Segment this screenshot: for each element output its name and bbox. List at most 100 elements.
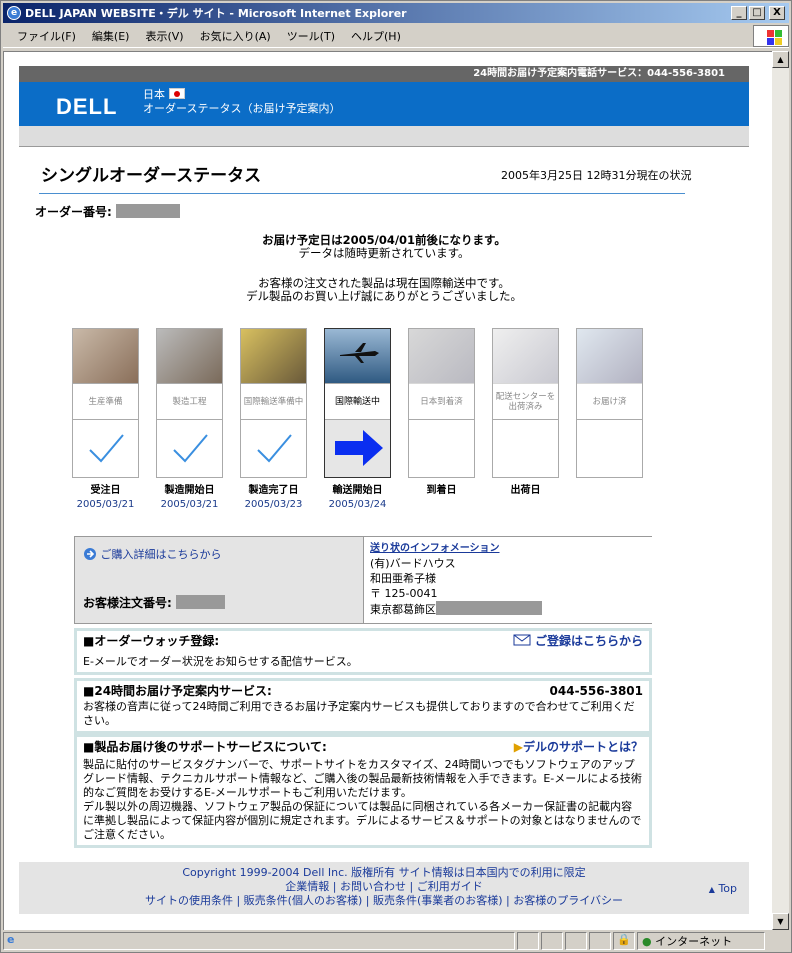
- status-text: e: [3, 932, 515, 950]
- menu-tools[interactable]: ツール(T): [279, 28, 343, 44]
- stage-status-empty: [409, 420, 474, 477]
- purchase-detail-link[interactable]: ご購入詳細はこちらから: [83, 546, 222, 562]
- page-title: シングルオーダーステータス: [41, 166, 262, 186]
- footer-link-guide[interactable]: ご利用ガイド: [417, 880, 483, 893]
- stage-intl-transit: 国際輸送中: [324, 328, 391, 478]
- stage-manufacturing: 製造工程: [156, 328, 223, 478]
- order-watch-link[interactable]: ご登録はこちらから: [513, 634, 643, 648]
- header-subtitle: オーダーステータス（お届け予定案内）: [143, 102, 341, 115]
- redacted-order-number: [116, 204, 180, 218]
- hotline-panel: ■24時間お届け予定案内サービス: 044-556-3801 お客様の音声に従っ…: [74, 678, 652, 734]
- order-watch-link-text[interactable]: ご登録はこちらから: [535, 634, 643, 648]
- status-cell: [565, 932, 587, 950]
- footer-link-terms[interactable]: サイトの使用条件: [145, 894, 233, 907]
- globe-icon: ●: [642, 935, 652, 948]
- dell-logo[interactable]: DELL: [56, 94, 117, 120]
- check-icon: [157, 420, 222, 477]
- header-strip: [19, 126, 749, 146]
- stage-date: 2005/03/21: [76, 499, 135, 510]
- footer-link-contact[interactable]: お問い合わせ: [340, 880, 406, 893]
- check-icon: [241, 420, 306, 477]
- title-bar: e DELL JAPAN WEBSITE・デル サイト - Microsoft …: [3, 3, 789, 23]
- footer-link-company[interactable]: 企業情報: [285, 880, 329, 893]
- page-icon: e: [7, 933, 15, 946]
- menu-view[interactable]: 表示(V): [137, 28, 191, 44]
- zone-label: インターネット: [655, 935, 733, 948]
- stage-photo: [241, 329, 306, 384]
- hotline-phone: 044-556-3801: [549, 684, 643, 698]
- stage-production-prep: 生産準備: [72, 328, 139, 478]
- arrow-circle-icon: [84, 548, 96, 560]
- hotline-title: ■24時間お届け予定案内サービス:: [83, 684, 272, 698]
- order-info-box: ご購入詳細はこちらから お客様注文番号: 送り状のインフォメーション (有)バー…: [74, 536, 652, 624]
- order-number: オーダー番号:: [35, 203, 180, 220]
- stage-status-label: 製造完了日: [248, 485, 299, 496]
- footer-link-sales-business[interactable]: 販売条件(事業者のお客様): [373, 894, 503, 907]
- thanks-message: デル製品のお買い上げ誠にありがとうございました。: [246, 289, 522, 303]
- ie-icon: e: [7, 6, 21, 20]
- windows-logo-icon: [753, 25, 789, 47]
- status-cell: [541, 932, 563, 950]
- order-watch-title: ■オーダーウォッチ登録:: [83, 634, 220, 648]
- top-link[interactable]: ▲ Top: [709, 882, 737, 897]
- browser-window: e DELL JAPAN WEBSITE・デル サイト - Microsoft …: [0, 0, 792, 953]
- ship-address: 東京都葛飾区: [370, 601, 646, 617]
- mail-icon: [513, 634, 531, 646]
- status-cell: [589, 932, 611, 950]
- page-content: 24時間お届け予定案内電話サービス：044-556-3801 DELL 日本 オ…: [19, 66, 749, 914]
- hotline-desc: お客様の音声に従って24時間ご利用できるお届け予定案内サービスも提供しております…: [83, 700, 635, 727]
- scroll-up-arrow-icon[interactable]: ▲: [772, 51, 789, 68]
- stage-status-empty: [493, 420, 558, 477]
- copyright: Copyright 1999-2004 Dell Inc. 版権所有 サイト情報…: [182, 866, 586, 879]
- menu-file[interactable]: ファイル(F): [9, 28, 84, 44]
- redacted-address: [436, 601, 542, 615]
- status-timestamp: 2005年3月25日 12時31分現在の状況: [501, 169, 692, 182]
- window-title: DELL JAPAN WEBSITE・デル サイト - Microsoft In…: [25, 7, 407, 20]
- support-link-text[interactable]: デルのサポートとは？: [523, 740, 643, 754]
- status-cell: [517, 932, 539, 950]
- stage-status-label: 到着日: [426, 485, 457, 496]
- redacted-customer-order: [176, 595, 225, 609]
- title-underline: [39, 193, 685, 194]
- footer-link-privacy[interactable]: お客様のプライバシー: [513, 894, 623, 907]
- menu-bar: ファイル(F) 編集(E) 表示(V) お気に入り(A) ツール(T) ヘルプ(…: [3, 24, 789, 48]
- stage-label: 生産準備: [73, 384, 138, 420]
- page-viewport[interactable]: 24時間お届け予定案内電話サービス：044-556-3801 DELL 日本 オ…: [3, 51, 772, 930]
- stage-status-label: 受注日: [90, 485, 121, 496]
- support-link[interactable]: ▶デルのサポートとは？: [514, 740, 643, 754]
- arrow-right-icon: [325, 420, 390, 477]
- menu-edit[interactable]: 編集(E): [84, 28, 138, 44]
- stage-label: 配送センターを出荷済み: [493, 384, 558, 420]
- footer-links-1: 企業情報 | お問い合わせ | ご利用ガイド: [285, 880, 483, 893]
- status-bar: e 🔒 ● インターネット: [3, 931, 789, 951]
- close-button[interactable]: X: [769, 6, 785, 20]
- vertical-scrollbar[interactable]: ▲ ▼: [772, 51, 789, 930]
- order-watch-panel: ■オーダーウォッチ登録: ご登録はこちらから E-メールでオーダー状況をお知らせ…: [74, 628, 652, 675]
- stage-label: 日本到着済: [409, 384, 474, 420]
- footer: Copyright 1999-2004 Dell Inc. 版権所有 サイト情報…: [19, 862, 749, 914]
- stage-photo: [73, 329, 138, 384]
- update-note: データは随時更新されています。: [298, 246, 470, 260]
- customer-order-label: お客様注文番号:: [83, 596, 172, 610]
- footer-link-sales-personal[interactable]: 販売条件(個人のお客様): [244, 894, 363, 907]
- truck-photo: [493, 329, 558, 384]
- stage-label: 製造工程: [157, 384, 222, 420]
- minimize-button[interactable]: _: [731, 6, 747, 20]
- order-watch-desc: E-メールでオーダー状況をお知らせする配信サービス。: [83, 655, 358, 668]
- stage-photo: [577, 329, 642, 384]
- divider: [19, 146, 749, 147]
- stage-date: 2005/03/24: [328, 499, 387, 510]
- japan-flag-icon: [169, 88, 185, 99]
- menu-favorites[interactable]: お気に入り(A): [192, 28, 279, 44]
- maximize-button[interactable]: □: [749, 6, 765, 20]
- top-link-text[interactable]: Top: [718, 882, 737, 895]
- menu-help[interactable]: ヘルプ(H): [343, 28, 409, 44]
- shipping-info-title[interactable]: 送り状のインフォメーション: [370, 541, 646, 556]
- stage-shipped-center: 配送センターを出荷済み: [492, 328, 559, 478]
- support-panel: ■製品お届け後のサポートサービスについて: ▶デルのサポートとは？ 製品に貼付の…: [74, 734, 652, 848]
- purchase-detail-link-text[interactable]: ご購入詳細はこちらから: [101, 548, 222, 561]
- hotline-bar: 24時間お届け予定案内電話サービス：044-556-3801: [19, 66, 749, 82]
- stage-label: 国際輸送中: [325, 384, 390, 420]
- ship-postal: 〒 125-0041: [370, 587, 438, 600]
- scroll-down-arrow-icon[interactable]: ▼: [772, 913, 789, 930]
